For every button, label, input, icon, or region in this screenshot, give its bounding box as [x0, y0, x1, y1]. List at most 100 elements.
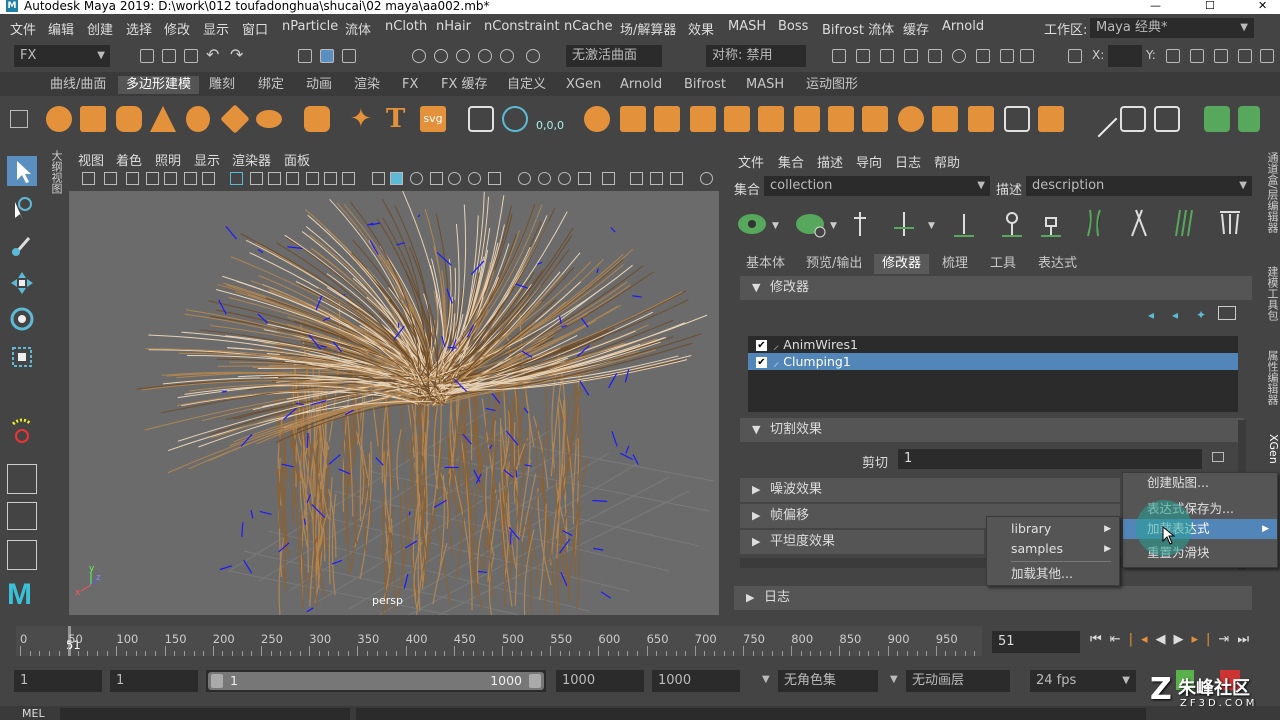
list-item[interactable]: ✔ ⸝ Clumping1 [748, 353, 1238, 370]
wireframe-icon[interactable] [372, 172, 385, 185]
menu-file[interactable]: 文件 [10, 19, 36, 38]
list-item[interactable]: ✔ ⸝ AnimWires1 [748, 336, 1238, 353]
safe-action-icon[interactable] [324, 172, 337, 185]
textured-icon[interactable] [448, 172, 461, 185]
anti-aliasing-icon[interactable] [558, 172, 571, 185]
vp-menu-lighting[interactable]: 照明 [155, 150, 181, 169]
menu-arnold[interactable]: Arnold [942, 19, 984, 34]
outliner-side-tab[interactable]: 大纲视图 [46, 150, 64, 270]
playback-end-field[interactable]: 1000 [556, 670, 644, 692]
menu-select[interactable]: 选择 [126, 19, 152, 38]
shelf-tab-motion-graphics[interactable]: 运动图形 [798, 76, 866, 94]
channel-box-side-tab[interactable]: 通道盒/层编辑器 [1262, 152, 1280, 262]
menu-modify[interactable]: 修改 [164, 19, 190, 38]
checkbox[interactable]: ✔ [756, 340, 767, 351]
grease-pencil-icon[interactable] [164, 172, 177, 185]
animation-end-field[interactable]: 1000 [652, 670, 740, 692]
menu-windows[interactable]: 窗口 [242, 19, 268, 38]
hypershade-icon[interactable] [928, 49, 942, 63]
cut-section-header[interactable]: ▼ 切割效果 [740, 418, 1244, 442]
poly-cone-icon[interactable] [150, 106, 176, 132]
save-scene-icon[interactable] [184, 49, 198, 63]
select-hierarchy-icon[interactable] [298, 49, 312, 63]
close-icon[interactable]: ✕ [1258, 0, 1267, 12]
camera-attr-icon[interactable] [104, 172, 117, 185]
shadows-icon[interactable] [488, 172, 501, 185]
xgen-side-tab[interactable]: XGen [1262, 434, 1280, 474]
playback-start-field[interactable]: 1 [110, 670, 198, 692]
snap-curve-icon[interactable] [434, 49, 448, 63]
3d-viewport[interactable]: y x z persp [69, 191, 719, 615]
safe-title-icon[interactable] [342, 172, 355, 185]
flatness-section-header[interactable]: ▶ 平坦度效果 [740, 530, 984, 554]
menu-nhair[interactable]: nHair [436, 19, 471, 34]
extrude-icon[interactable] [620, 106, 646, 132]
description-dropdown[interactable]: description ▼ [1026, 176, 1252, 196]
tab-primitives[interactable]: 基本体 [738, 254, 793, 274]
uv-editor-icon[interactable] [1120, 106, 1146, 132]
tab-expressions[interactable]: 表达式 [1030, 254, 1085, 274]
grid-icon[interactable] [230, 172, 243, 185]
redo-icon[interactable]: ↷ [230, 45, 243, 64]
target-weld-icon[interactable] [932, 106, 958, 132]
poly-plane-icon[interactable] [220, 104, 250, 134]
pause-icon[interactable] [1020, 49, 1034, 63]
menu-item-create-map[interactable]: 创建贴图... [1123, 473, 1277, 493]
menu-bifrost[interactable]: Bifrost 流体 [822, 19, 894, 38]
xgen-menu-help[interactable]: 帮助 [934, 152, 960, 171]
menu-create[interactable]: 创建 [87, 19, 113, 38]
step-forward-frame-icon[interactable]: ▸| [1192, 632, 1219, 647]
offset-edge-loop-icon[interactable] [828, 106, 854, 132]
poly-cylinder-icon[interactable] [116, 106, 142, 132]
new-scene-icon[interactable] [140, 49, 154, 63]
step-forward-key-icon[interactable]: ⇥ [1218, 632, 1237, 647]
boolean-icon[interactable] [584, 106, 610, 132]
render-sequence-icon[interactable] [856, 49, 870, 63]
undo-icon[interactable]: ↶ [206, 45, 219, 64]
xray-icon[interactable] [630, 172, 643, 185]
checkbox[interactable]: ✔ [756, 357, 767, 368]
lasso-tool-icon[interactable] [7, 194, 37, 224]
menu-fluids[interactable]: 流体 [345, 19, 371, 38]
menu-effects[interactable]: 效果 [688, 19, 714, 38]
menu-nconstraint[interactable]: nConstraint [484, 19, 560, 34]
range-handle[interactable]: 1 1000 [208, 672, 544, 690]
maximize-icon[interactable]: ☐ [1205, 0, 1215, 12]
bookmark-icon[interactable] [126, 172, 139, 185]
snap-vertex-icon[interactable] [526, 49, 540, 63]
last-tool-icon[interactable] [7, 414, 37, 444]
xgen-menu-description[interactable]: 描述 [817, 152, 843, 171]
collapse-icon[interactable] [862, 106, 888, 132]
mash-logo-icon[interactable]: M [7, 580, 37, 610]
xray-joints-icon[interactable] [650, 172, 663, 185]
add-modifier-icon[interactable]: ◂ [1148, 308, 1162, 322]
soft-select-icon[interactable] [1204, 106, 1230, 132]
play-forward-icon[interactable]: ▶ [1174, 632, 1192, 647]
tab-grooming[interactable]: 梳理 [934, 254, 976, 274]
xgen-menu-collection[interactable]: 集合 [778, 152, 804, 171]
separate-icon[interactable] [502, 106, 528, 132]
paint-select-icon[interactable] [7, 230, 37, 260]
pencil-icon[interactable] [1080, 100, 1118, 138]
shelf-tab-sculpting[interactable]: 雕刻 [201, 76, 243, 94]
menu-nparticle[interactable]: nParticle [282, 19, 338, 34]
camera-select-icon[interactable] [82, 172, 95, 185]
brush-icon[interactable] [1154, 106, 1180, 132]
default-material-icon[interactable] [410, 172, 423, 185]
shelf-tab-rigging[interactable]: 绑定 [250, 76, 292, 94]
depth-of-field-icon[interactable] [578, 172, 591, 185]
grid-toggle-icon[interactable] [202, 172, 215, 185]
workspace-dropdown[interactable]: Maya 经典* ▼ [1090, 18, 1254, 38]
play-back-icon[interactable]: ◀ [1156, 632, 1174, 647]
smooth-icon[interactable]: 0,0,0 [536, 106, 564, 132]
time-slider[interactable]: 51 0 50 100 150 200 250 300 350 400 450 500 550 600 6… [16, 626, 982, 656]
bridge-icon[interactable] [654, 106, 680, 132]
collection-dropdown[interactable]: collection ▼ [764, 176, 990, 196]
shelf-tab-bifrost[interactable]: Bifrost [676, 76, 734, 94]
range-start-handle[interactable] [211, 674, 223, 688]
snap-grid-icon[interactable] [412, 49, 426, 63]
arnold-render-icon[interactable] [976, 49, 990, 63]
screen-space-ao-icon[interactable] [518, 172, 531, 185]
shelf-tab-fx-caching[interactable]: FX 缓存 [433, 76, 496, 94]
insert-edge-loop-icon[interactable] [794, 106, 820, 132]
